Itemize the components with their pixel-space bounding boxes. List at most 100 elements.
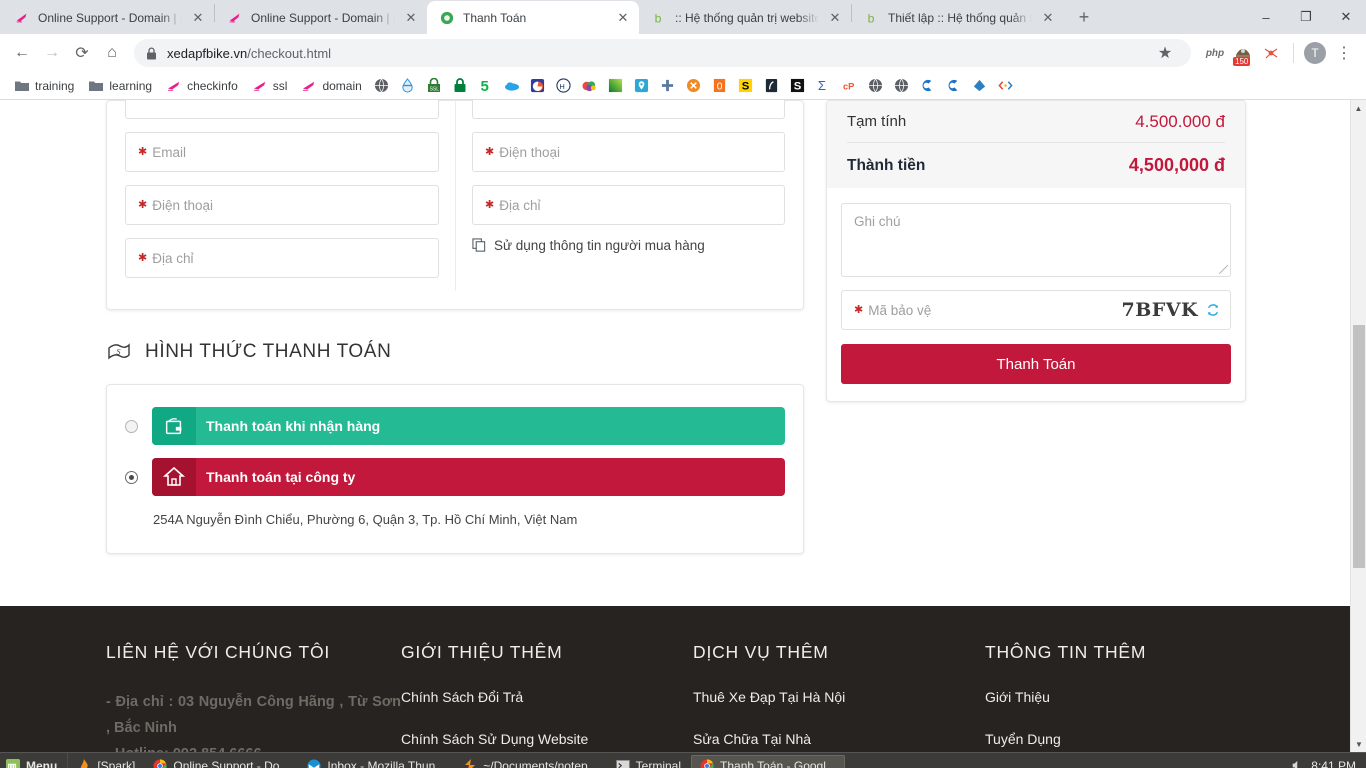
bookmark-sigma-blue[interactable]: Σ [812,76,836,96]
copy-buyer-info-link[interactable]: Sử dụng thông tin người mua hàng [472,238,785,253]
bookmark-pin-teal[interactable] [630,76,654,96]
lock-green-icon [452,78,468,94]
bookmark-ssl[interactable]: ssl [246,76,294,96]
scroll-up-arrow-icon[interactable]: ▲ [1351,100,1366,116]
close-icon[interactable]: ✕ [1040,10,1056,26]
bookmark-s-yellow[interactable]: S [734,76,758,96]
feather-dark-icon [764,78,780,94]
bookmark-globe-grey[interactable] [864,76,888,96]
buyer-phone-field[interactable]: ✱ Điện thoại [125,185,439,225]
bookmark-colorful[interactable] [578,76,602,96]
footer-link[interactable]: Tuyển Dụng [985,731,1277,747]
bookmark-checkinfo[interactable]: checkinfo [160,76,244,96]
bookmark-lock-green[interactable] [448,76,472,96]
footer-link[interactable]: Chính Sách Sử Dụng Website [401,731,693,747]
scrollbar-thumb[interactable] [1353,325,1365,568]
payment-option-cod-button[interactable]: Thanh toán khi nhận hàng [152,407,785,445]
taskbar-item-sublime[interactable]: ~/Documents/notep... [455,755,605,768]
s-green-icon: 5 [478,78,494,94]
radio-cod[interactable] [125,419,138,433]
footer-link[interactable]: Chính Sách Đổi Trả [401,689,693,705]
footer-link[interactable]: Giới Thiệu [985,689,1277,705]
bookmark-star-icon[interactable]: ★ [1151,39,1179,67]
php-extension-icon[interactable]: php [1203,41,1227,65]
browser-tab-1[interactable]: Online Support - Domain | Host ✕ [2,1,214,34]
downloads-extension-icon[interactable]: 150 [1231,41,1255,66]
payment-option-office[interactable]: Thanh toán tại công ty [125,458,785,496]
browser-tab-3-active[interactable]: Thanh Toán ✕ [427,1,639,34]
close-icon[interactable]: ✕ [190,10,206,26]
bookmark-green-gradient[interactable] [604,76,628,96]
forward-button[interactable]: → [38,39,66,67]
new-tab-button[interactable]: + [1070,3,1098,31]
bookmark-diamond-blue[interactable] [968,76,992,96]
page-scrollbar[interactable]: ▲ ▼ [1350,100,1366,752]
bookmark-cloud-blue[interactable] [500,76,524,96]
close-icon[interactable]: ✕ [615,10,631,26]
payment-option-cod[interactable]: Thanh toán khi nhận hàng [125,407,785,445]
close-window-button[interactable]: ✕ [1326,0,1366,34]
tab-title: Online Support - Domain | Host [38,10,182,25]
bookmark-globe-grey2[interactable] [890,76,914,96]
note-textarea[interactable]: Ghi chú [841,203,1231,277]
buyer-address-field[interactable]: ✱ Địa chỉ [125,238,439,278]
taskbar-item-label: [Spark] [97,758,136,768]
scroll-down-arrow-icon[interactable]: ▼ [1351,736,1366,752]
submit-payment-button[interactable]: Thanh Toán [841,344,1231,384]
bookmark-feather-dark[interactable] [760,76,784,96]
back-button[interactable]: ← [8,39,36,67]
bookmark-plus-grey[interactable] [656,76,680,96]
bookmark-x-orange[interactable] [682,76,706,96]
bookmark-s-green[interactable]: 5 [474,76,498,96]
bookmark-training[interactable]: training [8,76,80,96]
home-button[interactable]: ⌂ [98,39,126,67]
bookmark-learning[interactable]: learning [82,76,158,96]
reload-button[interactable]: ⟳ [68,39,96,67]
browser-tab-2[interactable]: Online Support - Domain | Host ✕ [215,1,427,34]
bookmark-zero-orange[interactable]: 0 [708,76,732,96]
bookmark-h-circle[interactable]: H [552,76,576,96]
bookmark-c-blue[interactable] [916,76,940,96]
taskbar-item-chrome-thanh-toan[interactable]: Thanh Toán - Googl... [691,754,845,768]
taskbar-item-spark[interactable]: [Spark] [69,755,143,768]
payment-option-office-button[interactable]: Thanh toán tại công ty [152,458,785,496]
radio-office[interactable] [125,470,138,484]
browser-tab-5[interactable]: b Thiết lập :: Hệ thống quản trị we ✕ [852,1,1064,34]
buyer-email-field[interactable]: ✱ Email [125,132,439,172]
maximize-button[interactable]: ❐ [1286,0,1326,34]
close-icon[interactable]: ✕ [403,10,419,26]
minimize-button[interactable]: – [1246,0,1286,34]
taskbar-item-chrome-online-support[interactable]: Online Support - Do... [145,755,297,768]
speaker-icon[interactable] [1287,759,1301,768]
resize-grip-icon[interactable] [1219,265,1228,274]
bookmark-s-black[interactable]: S [786,76,810,96]
footer-link[interactable]: Thuê Xe Đạp Tại Hà Nội [693,689,985,705]
tab-title: Thanh Toán [463,10,527,25]
start-menu-button[interactable]: Menu [0,752,69,768]
bookmark-globe-dark[interactable] [370,76,394,96]
taskbar-item-terminal[interactable]: Terminal [608,755,689,768]
bookmark-firefox-red[interactable] [526,76,550,96]
bookmark-code-color[interactable] [994,76,1018,96]
close-icon[interactable]: ✕ [827,10,843,26]
captcha-input[interactable]: ✱ Mã bảo vệ 7BFVK [841,290,1231,330]
green-gradient-icon [608,78,624,94]
address-bar[interactable]: xedapfbike.vn/checkout.html ★ [134,39,1191,67]
footer-link[interactable]: Sửa Chữa Tại Nhà [693,731,985,747]
bookmark-ssl-lock-green[interactable]: SSL [422,76,446,96]
bookmark-domain[interactable]: domain [295,76,367,96]
receiver-phone-field[interactable]: ✱ Điện thoại [472,132,785,172]
bookmark-c-blue2[interactable] [942,76,966,96]
bookmark-drop-blue[interactable] [396,76,420,96]
buyer-name-field[interactable] [125,100,439,119]
payment-section-title: HÌNH THỨC THANH TOÁN [145,341,392,362]
refresh-icon[interactable] [1206,303,1220,317]
browser-tab-4[interactable]: b :: Hệ thống quản trị website ✕ [639,1,851,34]
receiver-name-field[interactable] [472,100,785,119]
browser-menu-button[interactable]: ⋮ [1330,39,1358,67]
receiver-address-field[interactable]: ✱ Địa chỉ [472,185,785,225]
bookmark-cpanel[interactable]: cP [838,76,862,96]
share-extension-icon[interactable] [1259,41,1283,65]
taskbar-item-thunderbird[interactable]: Inbox - Mozilla Thun... [299,755,453,768]
avatar[interactable]: T [1304,42,1326,64]
